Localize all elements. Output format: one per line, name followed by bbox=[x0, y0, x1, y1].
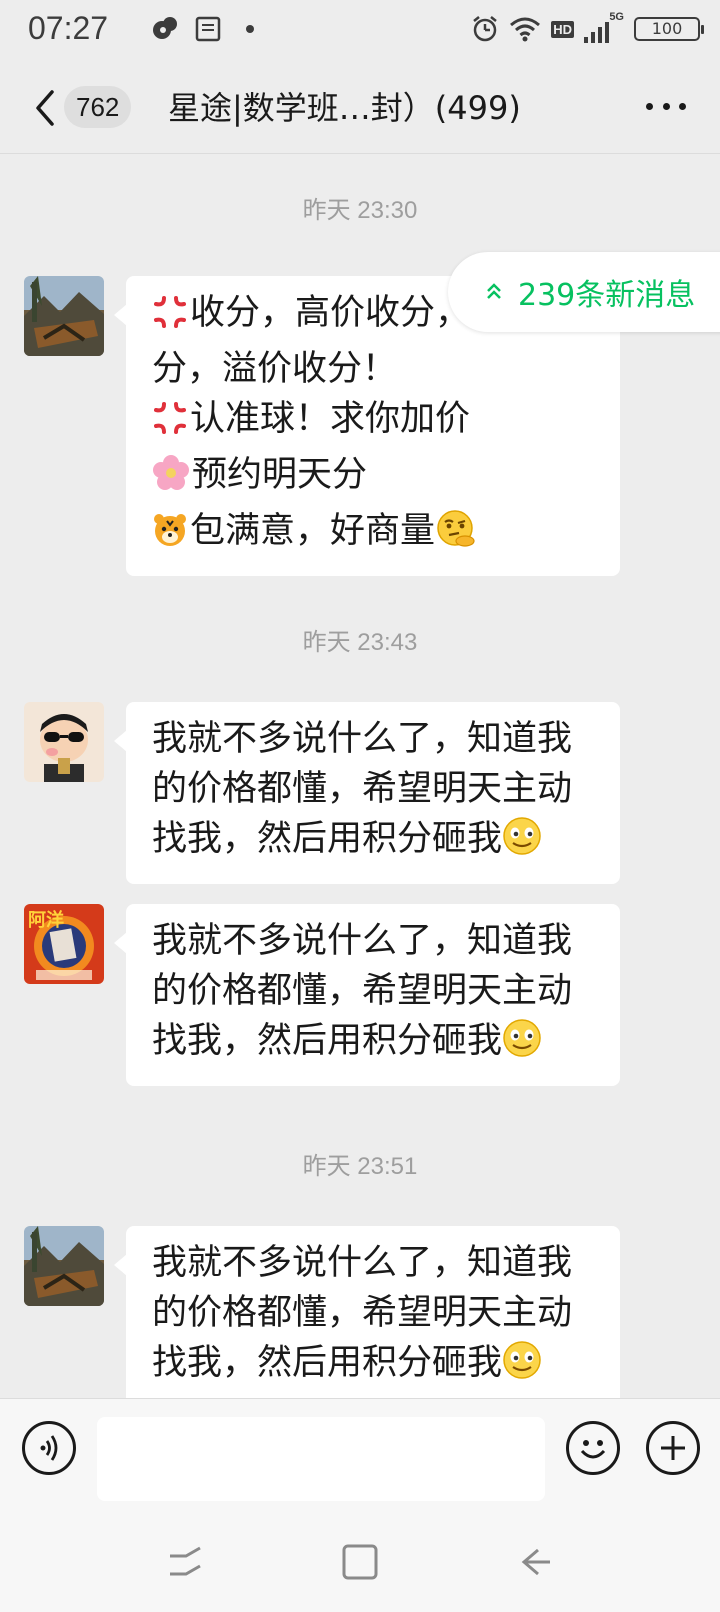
status-right-icons: HD 5G 100 bbox=[471, 11, 704, 44]
sender-avatar[interactable] bbox=[24, 1226, 104, 1306]
chat-header: 762 星途|数学班…封）(499) bbox=[0, 62, 720, 154]
sender-avatar[interactable] bbox=[24, 702, 104, 782]
more-options-button[interactable] bbox=[646, 96, 686, 116]
message-bubble[interactable]: 我就不多说什么了，知道我 的价格都懂，希望明天主动 找我，然后用积分砸我 bbox=[114, 702, 620, 884]
chat-screen: 07:27 HD 5G 100 762 星途|数学班…封）(499) 昨天 23… bbox=[0, 0, 720, 1612]
system-navigation-bar bbox=[0, 1508, 720, 1612]
chat-title[interactable]: 星途|数学班…封）(499) bbox=[168, 84, 521, 132]
smile-face-icon bbox=[502, 1340, 542, 1394]
message-text: 找我，然后用积分砸我 bbox=[152, 819, 503, 859]
battery-icon: 100 bbox=[634, 17, 704, 41]
message-text-line: 我就不多说什么了，知道我 bbox=[152, 916, 598, 966]
message-text-line: 的价格都懂，希望明天主动 bbox=[152, 764, 598, 814]
sender-avatar[interactable] bbox=[24, 276, 104, 356]
back-arrow-icon[interactable] bbox=[28, 84, 64, 132]
dot-icon bbox=[246, 25, 254, 33]
message-text-line: 找我，然后用积分砸我 bbox=[152, 814, 598, 870]
voice-icon bbox=[40, 1435, 58, 1461]
message-text: 我就不多说什么了，知道我 bbox=[152, 719, 573, 759]
message-text: 我就不多说什么了，知道我 bbox=[152, 921, 573, 961]
double-chevron-up-icon bbox=[487, 283, 501, 299]
message-timestamp: 昨天 23:51 bbox=[302, 1153, 418, 1180]
message-timestamp: 昨天 23:43 bbox=[302, 629, 418, 656]
message-text-line: 认准球！求你加价 bbox=[152, 394, 598, 450]
message-bubble[interactable]: 我就不多说什么了，知道我 的价格都懂，希望明天主动 找我，然后用积分砸我 bbox=[114, 1226, 620, 1408]
signal-icon: 5G bbox=[584, 11, 624, 43]
more-functions-button[interactable] bbox=[646, 1421, 700, 1475]
status-left-icons bbox=[150, 14, 264, 44]
message-text: 找我，然后用积分砸我 bbox=[152, 1021, 503, 1061]
thinking-face-icon bbox=[435, 508, 477, 562]
message-text-line: 的价格都懂，希望明天主动 bbox=[152, 966, 598, 1016]
wifi-icon bbox=[510, 17, 541, 42]
smile-face-icon bbox=[502, 1018, 542, 1072]
message-text-line: 包满意，好商量 bbox=[152, 506, 598, 562]
new-messages-button[interactable]: 239条新消息 bbox=[448, 252, 720, 332]
dot bbox=[679, 102, 686, 110]
message-text-line: 我就不多说什么了，知道我 bbox=[152, 714, 598, 764]
message-text: 认准球！求你加价 bbox=[190, 399, 471, 439]
notification-app-icon bbox=[153, 17, 177, 39]
message-text-line: 预约明天分 bbox=[152, 450, 598, 506]
unread-count-badge[interactable]: 762 bbox=[64, 86, 132, 128]
dot bbox=[662, 102, 670, 110]
emoji-button[interactable] bbox=[566, 1421, 620, 1475]
message-notification-icon bbox=[195, 16, 221, 42]
plus-icon bbox=[661, 1436, 685, 1460]
message-text: 的价格都懂，希望明天主动 bbox=[152, 1293, 573, 1333]
anger-symbol-icon bbox=[152, 400, 188, 450]
home-icon[interactable] bbox=[340, 1542, 380, 1582]
message-text-line: 的价格都懂，希望明天主动 bbox=[152, 1288, 598, 1338]
status-time: 07:27 bbox=[28, 10, 109, 46]
message-text: 的价格都懂，希望明天主动 bbox=[152, 971, 573, 1011]
message-text: 预约明天分 bbox=[192, 455, 368, 495]
avatar-caption: 阿洋 bbox=[28, 910, 64, 931]
dot bbox=[646, 102, 653, 110]
hd-badge: HD bbox=[551, 20, 574, 38]
message-text-line: 找我，然后用积分砸我 bbox=[152, 1016, 598, 1072]
smiley-icon bbox=[580, 1440, 606, 1459]
smile-face-icon bbox=[502, 816, 542, 870]
message-input[interactable] bbox=[97, 1417, 545, 1501]
anger-symbol-icon bbox=[152, 294, 188, 344]
message-text: 我就不多说什么了，知道我 bbox=[152, 1243, 573, 1283]
message-bubble[interactable]: 我就不多说什么了，知道我 的价格都懂，希望明天主动 找我，然后用积分砸我 bbox=[114, 904, 620, 1086]
status-bar: 07:27 HD 5G 100 bbox=[0, 0, 720, 60]
new-messages-label: 239条新消息 bbox=[518, 278, 696, 313]
alarm-icon bbox=[473, 16, 497, 42]
input-bar bbox=[0, 1398, 720, 1508]
tiger-face-icon bbox=[152, 512, 188, 562]
message-text: 包满意，好商量 bbox=[190, 511, 436, 551]
message-timestamp: 昨天 23:30 bbox=[302, 197, 418, 224]
recent-apps-icon[interactable] bbox=[166, 1542, 206, 1582]
message-text: 的价格都懂，希望明天主动 bbox=[152, 769, 573, 809]
message-text: 分，溢价收分！ bbox=[152, 349, 398, 389]
message-text: 找我，然后用积分砸我 bbox=[152, 1343, 503, 1383]
cherry-blossom-icon bbox=[152, 454, 190, 506]
back-nav-icon[interactable] bbox=[514, 1542, 554, 1582]
voice-input-button[interactable] bbox=[22, 1421, 76, 1475]
message-text-line: 找我，然后用积分砸我 bbox=[152, 1338, 598, 1394]
sender-avatar[interactable]: 阿洋 bbox=[24, 904, 104, 984]
message-text-line: 分，溢价收分！ bbox=[152, 344, 598, 394]
message-text-line: 我就不多说什么了，知道我 bbox=[152, 1238, 598, 1288]
